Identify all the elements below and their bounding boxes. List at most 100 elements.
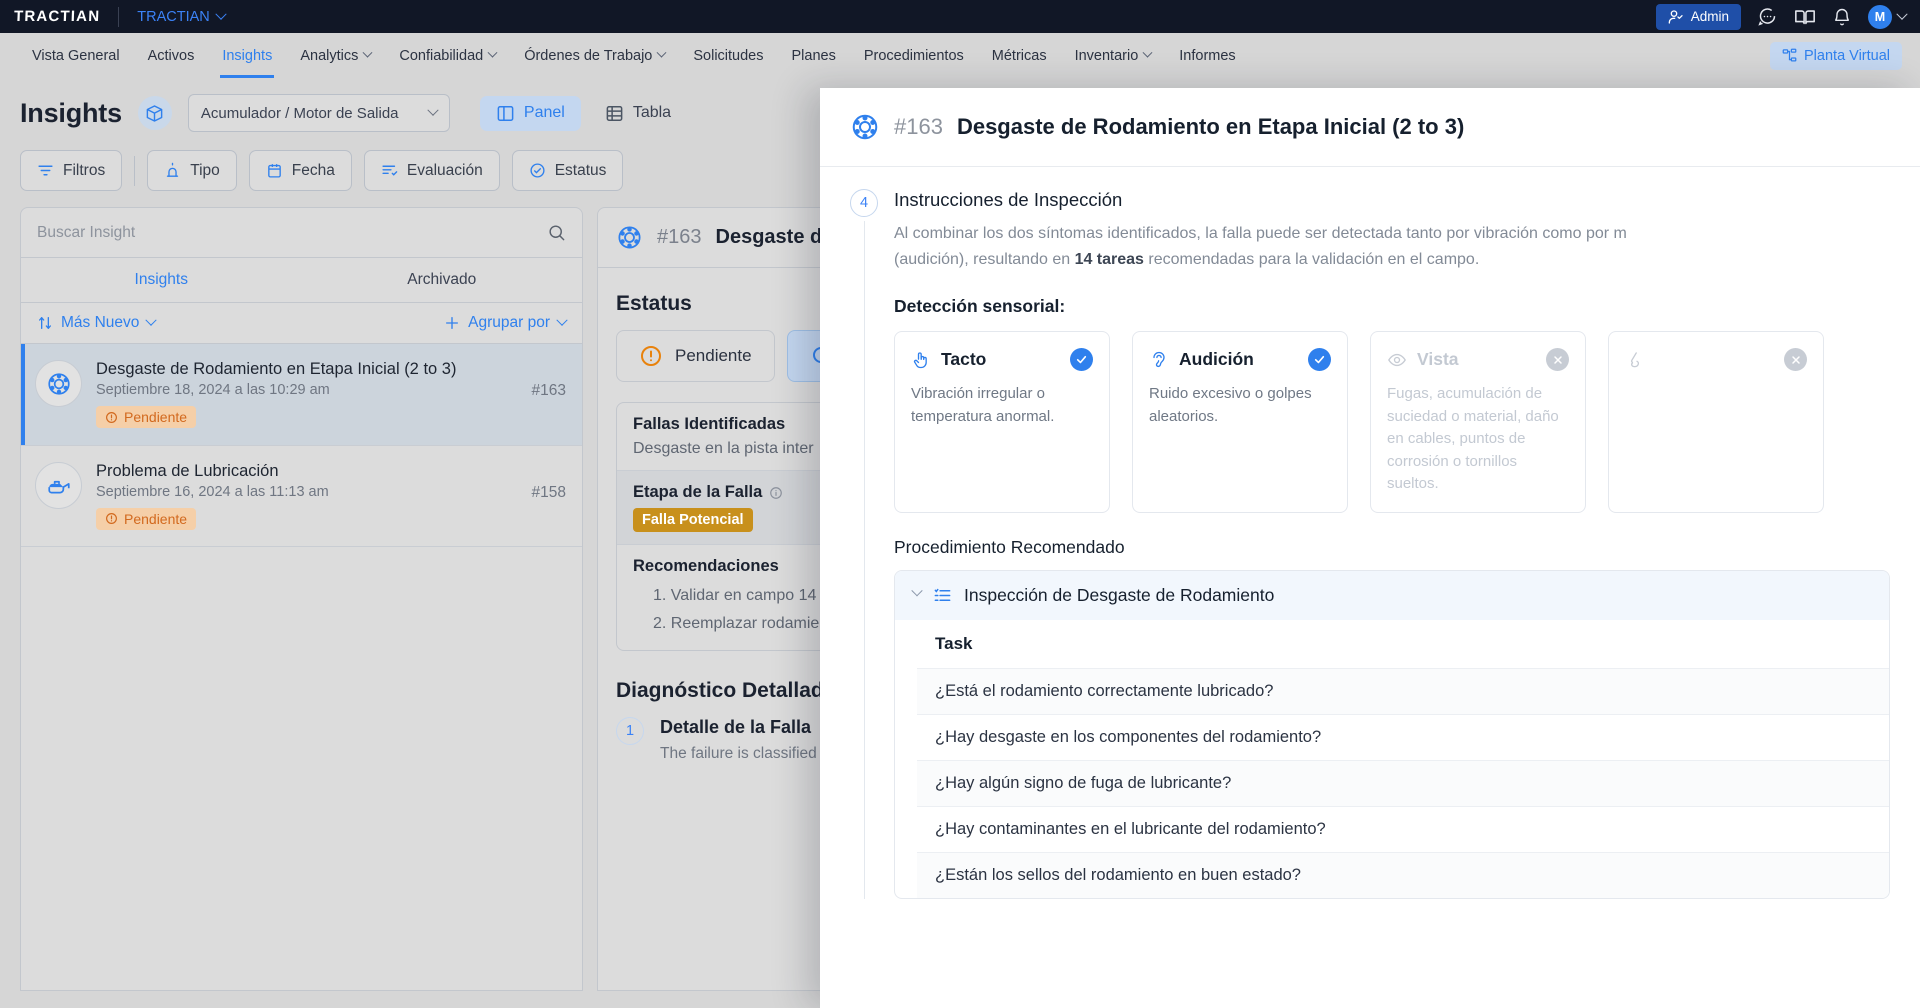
step-description-line1: Al combinar los dos síntomas identificad… <box>894 221 1890 247</box>
org-selector-label: TRACTIAN <box>137 9 210 25</box>
table-row[interactable]: ¿Está el rodamiento correctamente lubric… <box>917 668 1889 714</box>
nav-item-activos[interactable]: Activos <box>134 33 209 78</box>
oil-can-icon <box>35 462 82 509</box>
nav-item-planes[interactable]: Planes <box>778 33 850 78</box>
procedure-name: Inspección de Desgaste de Rodamiento <box>964 585 1274 606</box>
diagnostic-step-body: Detalle de la Falla The failure is class… <box>660 717 837 763</box>
estatus-label: Estatus <box>555 162 607 180</box>
search-row <box>21 208 582 258</box>
table-icon <box>605 104 624 123</box>
book-icon[interactable] <box>1794 6 1816 28</box>
search-input[interactable] <box>37 224 547 242</box>
table-row[interactable]: ¿Hay contaminantes en el lubricante del … <box>917 806 1889 852</box>
chevron-down-icon <box>1143 48 1153 58</box>
status-chip-pendiente[interactable]: Pendiente <box>616 330 775 382</box>
step-content: Instrucciones de Inspección Al combinar … <box>894 189 1890 899</box>
status-chip-label: Pendiente <box>675 346 752 366</box>
filters-button[interactable]: Filtros <box>20 150 122 191</box>
nav-item-informes[interactable]: Informes <box>1165 33 1249 78</box>
user-menu[interactable]: M <box>1868 5 1906 29</box>
status-badge: Pendiente <box>96 406 196 428</box>
view-tabs: Panel Tabla <box>480 96 687 131</box>
sort-label: Más Nuevo <box>61 314 139 332</box>
task-cell: ¿Hay desgaste en los componentes del rod… <box>917 714 1889 760</box>
sensory-card-desc: Fugas, acumulación de suciedad o materia… <box>1387 383 1569 496</box>
tab-tabla-label: Tabla <box>633 104 671 122</box>
nav-item-vista-general[interactable]: Vista General <box>18 33 134 78</box>
list-item-date: Septiembre 16, 2024 a las 11:13 am <box>96 484 518 500</box>
sensory-card-audicion[interactable]: Audición Ruido excesivo o golpes aleator… <box>1132 331 1348 513</box>
admin-button[interactable]: Admin <box>1656 4 1741 30</box>
bearing-icon <box>616 224 643 251</box>
group-icon <box>444 315 460 331</box>
tab-panel[interactable]: Panel <box>480 96 581 131</box>
tab-tabla[interactable]: Tabla <box>589 96 687 131</box>
asset-icon[interactable] <box>138 96 172 130</box>
nav-label: Inventario <box>1075 48 1139 64</box>
chat-icon[interactable] <box>1757 6 1778 27</box>
sensory-card-tacto[interactable]: Tacto Vibración irregular o temperatura … <box>894 331 1110 513</box>
step-number: 4 <box>850 189 878 217</box>
tab-panel-label: Panel <box>524 104 565 122</box>
sensory-card-vista[interactable]: Vista Fugas, acumulación de suciedad o m… <box>1370 331 1586 513</box>
nav-item-procedimientos[interactable]: Procedimientos <box>850 33 978 78</box>
nav-label: Métricas <box>992 48 1047 64</box>
tab-archivado[interactable]: Archivado <box>302 258 583 302</box>
sort-button[interactable]: Más Nuevo <box>37 314 155 332</box>
chevron-down-icon[interactable] <box>911 585 922 596</box>
calendar-icon <box>266 162 283 179</box>
sensory-card-olfato[interactable] <box>1608 331 1824 513</box>
filter-icon <box>37 162 54 179</box>
inspection-step: 4 Instrucciones de Inspección Al combina… <box>850 189 1890 899</box>
list-tabs: Insights Archivado <box>21 258 582 303</box>
inspection-instructions-overlay: #163 Desgaste de Rodamiento en Etapa Ini… <box>820 88 1920 1008</box>
bell-icon[interactable] <box>1832 7 1852 27</box>
sensory-card-desc: Vibración irregular o temperatura anorma… <box>911 383 1093 428</box>
group-by-label: Agrupar por <box>468 314 550 332</box>
nav-item-inventario[interactable]: Inventario <box>1061 33 1166 78</box>
asset-selector[interactable]: Acumulador / Motor de Salida <box>188 94 450 132</box>
nav-item-insights[interactable]: Insights <box>208 33 286 78</box>
nav-item-ordenes-de-trabajo[interactable]: Órdenes de Trabajo <box>510 33 679 78</box>
diagnostic-step-number: 1 <box>616 717 644 745</box>
overlay-body: 4 Instrucciones de Inspección Al combina… <box>820 167 1920 899</box>
evaluacion-button[interactable]: Evaluación <box>364 150 500 191</box>
planta-virtual-button[interactable]: Planta Virtual <box>1770 42 1902 70</box>
table-row[interactable]: ¿Hay desgaste en los componentes del rod… <box>917 714 1889 760</box>
group-by-button[interactable]: Agrupar por <box>444 314 566 332</box>
page-title: Insights <box>20 98 122 129</box>
admin-button-label: Admin <box>1691 9 1729 24</box>
estatus-button[interactable]: Estatus <box>512 150 624 191</box>
search-icon[interactable] <box>547 223 566 242</box>
table-row[interactable]: ¿Están los sellos del rodamiento en buen… <box>917 852 1889 898</box>
nav-item-confiabilidad[interactable]: Confiabilidad <box>385 33 510 78</box>
nav-label: Procedimientos <box>864 48 964 64</box>
nav-item-solicitudes[interactable]: Solicitudes <box>679 33 777 78</box>
alarm-icon <box>164 162 181 179</box>
tipo-button[interactable]: Tipo <box>147 150 237 191</box>
step-title: Instrucciones de Inspección <box>894 189 1890 211</box>
nav-item-analytics[interactable]: Analytics <box>286 33 385 78</box>
alert-circle-icon <box>105 411 118 424</box>
sort-icon <box>37 315 53 331</box>
nav-item-metricas[interactable]: Métricas <box>978 33 1061 78</box>
nav-label: Informes <box>1179 48 1235 64</box>
asset-selector-value: Acumulador / Motor de Salida <box>201 105 399 122</box>
stage-tag: Falla Potencial <box>633 508 753 532</box>
sensory-card-header <box>1625 348 1807 371</box>
app-root: TRACTIAN TRACTIAN Admin M <box>0 0 1920 1008</box>
org-selector[interactable]: TRACTIAN <box>137 9 225 25</box>
overlay-insight-id: #163 <box>894 114 943 140</box>
list-item[interactable]: Desgaste de Rodamiento en Etapa Inicial … <box>21 344 582 446</box>
fecha-button[interactable]: Fecha <box>249 150 352 191</box>
close-icon <box>1546 348 1569 371</box>
sensory-card-header: Tacto <box>911 348 1093 371</box>
table-row[interactable]: ¿Hay algún signo de fuga de lubricante? <box>917 760 1889 806</box>
list-item-id: #158 <box>532 484 566 502</box>
info-icon[interactable] <box>769 486 783 500</box>
tab-insights[interactable]: Insights <box>21 258 302 302</box>
procedure-header[interactable]: Inspección de Desgaste de Rodamiento <box>895 571 1889 620</box>
desc-part-a: (audición), resultando en <box>894 251 1075 268</box>
list-item[interactable]: Problema de Lubricación Septiembre 16, 2… <box>21 446 582 548</box>
sensory-card-name: Vista <box>1417 349 1536 370</box>
